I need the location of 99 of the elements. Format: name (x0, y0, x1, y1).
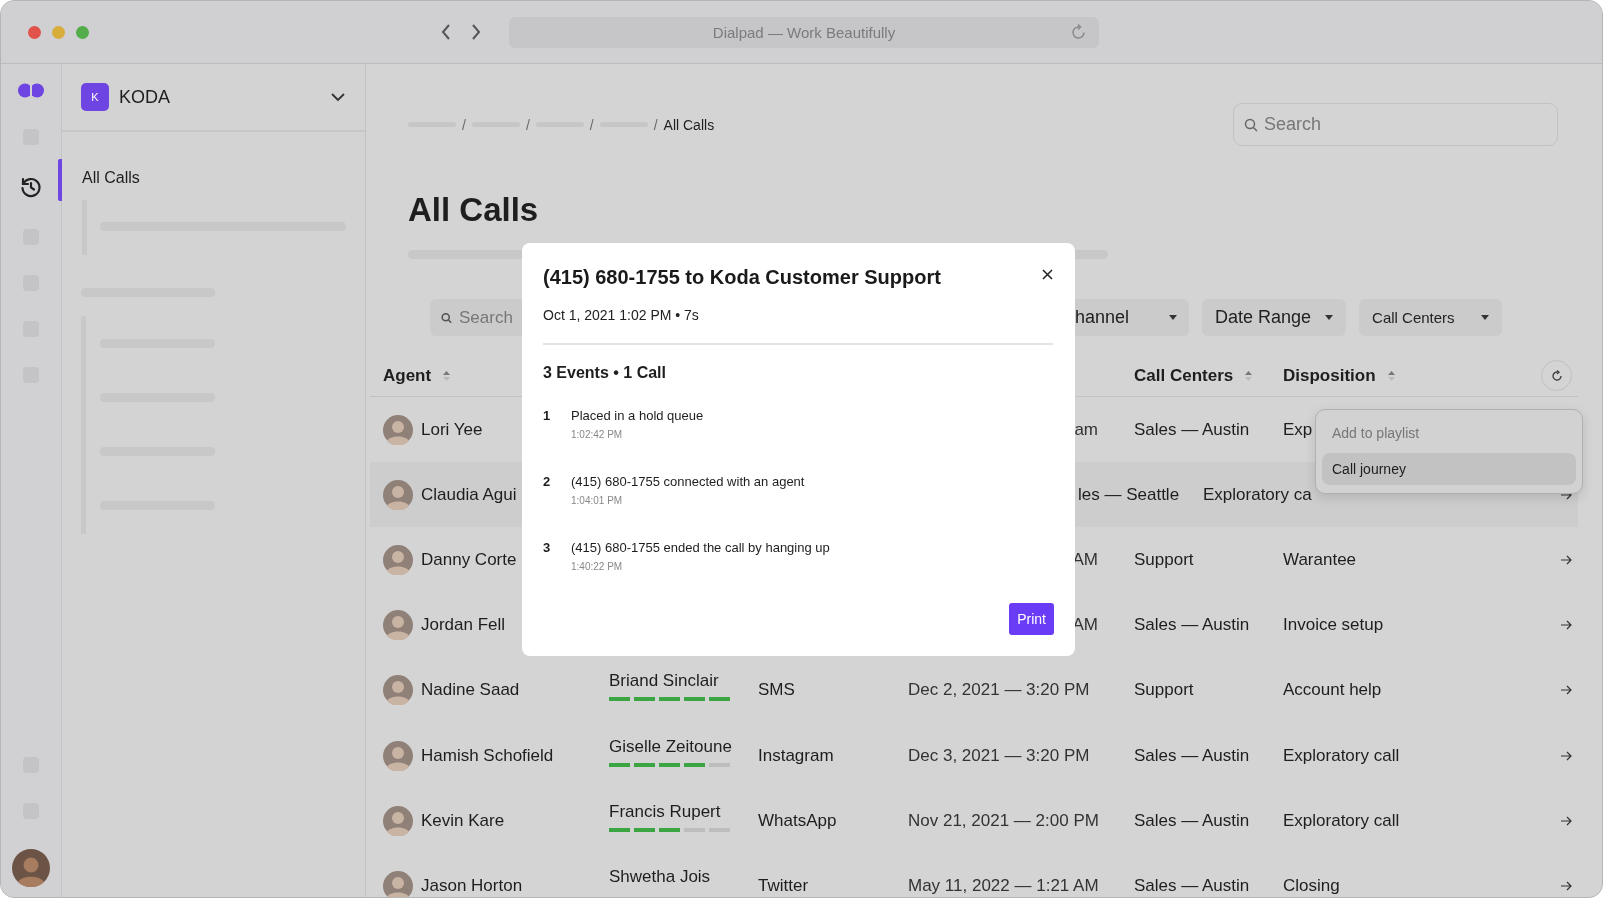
caret-icon (1325, 315, 1334, 320)
disposition-cell: Closing (1283, 875, 1340, 896)
agent-name: Kevin Kare (421, 810, 505, 831)
agent-name: Jason Horton (421, 875, 523, 896)
channel-cell-text: Instagram (758, 745, 835, 766)
avatar-icon (383, 479, 413, 510)
call-center-cell-text: Sales — Austin (1134, 875, 1251, 896)
column-header[interactable]: Call Centers (1134, 365, 1234, 386)
channel-cell-text: WhatsApp (758, 810, 838, 831)
avatar-icon (383, 544, 413, 575)
close-icon (1042, 269, 1053, 280)
disposition-cell: Exploratory ca (1203, 484, 1312, 505)
search-icon (441, 312, 452, 323)
agent-name: Danny Corte (421, 549, 517, 570)
events-summary: 3 Events • 1 Call (543, 364, 667, 382)
call-center-cell-text: les — Seattle (1078, 484, 1181, 505)
search-icon (1244, 117, 1258, 132)
date-cell: am (1074, 419, 1098, 440)
sort-icon (443, 370, 451, 381)
avatar-icon (383, 740, 413, 771)
column-header[interactable]: Agent (383, 365, 432, 386)
close-window-button[interactable] (28, 25, 41, 39)
page-title: All Calls (408, 190, 540, 230)
date-cell-text: Dec 2, 2021 — 3:20 PM (908, 680, 1091, 701)
workspace-name: KODA (119, 86, 171, 108)
avatar-icon (383, 610, 413, 641)
event-description: Placed in a hold queue (571, 408, 705, 423)
disposition-cell: Invoice setup (1283, 615, 1384, 636)
disposition-cell: Warantee (1283, 549, 1357, 570)
call-meta: Oct 1, 2021 1:02 PM • 7s (543, 307, 700, 323)
sort-icon (1245, 370, 1253, 381)
event-time: 1:04:01 PM (571, 495, 624, 506)
chevron-down-icon (331, 92, 345, 102)
dialog-title: (415) 680-1755 to Koda Customer Support (543, 266, 941, 289)
refresh-icon (1550, 369, 1563, 382)
supervisor-name: Shwetha Jois (609, 866, 711, 887)
call-center-cell-text: Support (1134, 680, 1195, 701)
supervisor-name: Giselle Zeitoune (609, 736, 732, 757)
sidebar-item[interactable]: All Calls (82, 169, 140, 187)
event-number: 2 (543, 474, 552, 489)
avatar-icon (383, 675, 413, 706)
event-number: 1 (543, 408, 552, 423)
call-center-cell-text: Sales — Austin (1134, 745, 1251, 766)
forward-icon[interactable] (471, 24, 481, 40)
date-cell-text: Nov 21, 2021 — 2:00 PM (908, 810, 1100, 831)
disposition-cell: Exploratory call (1283, 745, 1400, 766)
caret-icon (1480, 315, 1489, 320)
arrow-right-icon[interactable] (1561, 620, 1572, 631)
agent-name: Lori Yee (421, 419, 483, 440)
disposition-cell: Account help (1283, 680, 1382, 701)
supervisor-name: Briand Sinclair (609, 671, 719, 692)
agent-name: Jordan Fell (421, 615, 506, 636)
avatar-icon (383, 870, 413, 897)
call-center-cell-text: Support (1134, 549, 1195, 570)
sort-icon (1387, 370, 1395, 381)
call-center-cell-text: Sales — Austin (1134, 419, 1251, 440)
workspace-badge: K (81, 83, 109, 111)
breadcrumb-separator: / (653, 116, 658, 133)
channel-cell-text: Twitter (758, 875, 810, 896)
event-description: (415) 680-1755 ended the call by hanging up (571, 540, 831, 555)
call-center-cell-text: Sales — Austin (1134, 810, 1251, 831)
arrow-right-icon[interactable] (1561, 554, 1572, 565)
back-icon[interactable] (441, 24, 451, 40)
breadcrumb-separator: / (589, 116, 594, 133)
caret-icon (1169, 315, 1177, 320)
logo-icon[interactable] (18, 82, 44, 99)
arrow-right-icon[interactable] (1561, 815, 1572, 826)
workspace-switcher[interactable]: K KODA (62, 64, 365, 132)
filter-dropdown[interactable]: hannel (1075, 299, 1189, 336)
date-cell-text: Dec 3, 2021 — 3:20 PM (908, 745, 1091, 766)
avatar-icon (383, 805, 413, 836)
event-description: (415) 680-1755 connected with an agent (571, 474, 806, 489)
disposition-cell: Exploratory call (1283, 810, 1400, 831)
date-cell-text: May 11, 2022 — 1:21 AM (908, 875, 1100, 896)
column-header[interactable]: Disposition (1283, 365, 1376, 386)
filter-dropdown[interactable]: Date Range (1202, 299, 1347, 336)
breadcrumb-separator: / (462, 116, 466, 133)
agent-name: Nadine Saad (421, 680, 520, 701)
arrow-right-icon[interactable] (1561, 685, 1572, 696)
print-button[interactable]: Print (1009, 603, 1054, 635)
agent-name: Claudia Agui (421, 484, 517, 505)
breadcrumb-separator: / (525, 116, 530, 133)
supervisor-name: Francis Rupert (609, 801, 721, 822)
search-field[interactable]: Search (1233, 103, 1558, 146)
avatar-icon (383, 414, 413, 445)
event-time: 1:40:22 PM (571, 561, 624, 572)
filter-dropdown[interactable]: Call Centers (1359, 299, 1502, 336)
disposition-cell: Exp (1283, 419, 1313, 440)
history-icon[interactable] (19, 175, 43, 199)
menu-item[interactable]: Call journey (1322, 453, 1576, 485)
avatar-icon[interactable] (12, 849, 50, 887)
arrow-right-icon[interactable] (1561, 880, 1572, 891)
event-number: 3 (543, 540, 552, 555)
agent-name: Hamish Schofield (421, 745, 554, 766)
channel-cell-text: SMS (758, 680, 796, 701)
event-time: 1:02:42 PM (571, 429, 624, 440)
breadcrumb-item[interactable]: All Calls (663, 116, 715, 133)
arrow-right-icon[interactable] (1561, 750, 1572, 761)
call-center-cell-text: Sales — Austin (1134, 615, 1251, 636)
